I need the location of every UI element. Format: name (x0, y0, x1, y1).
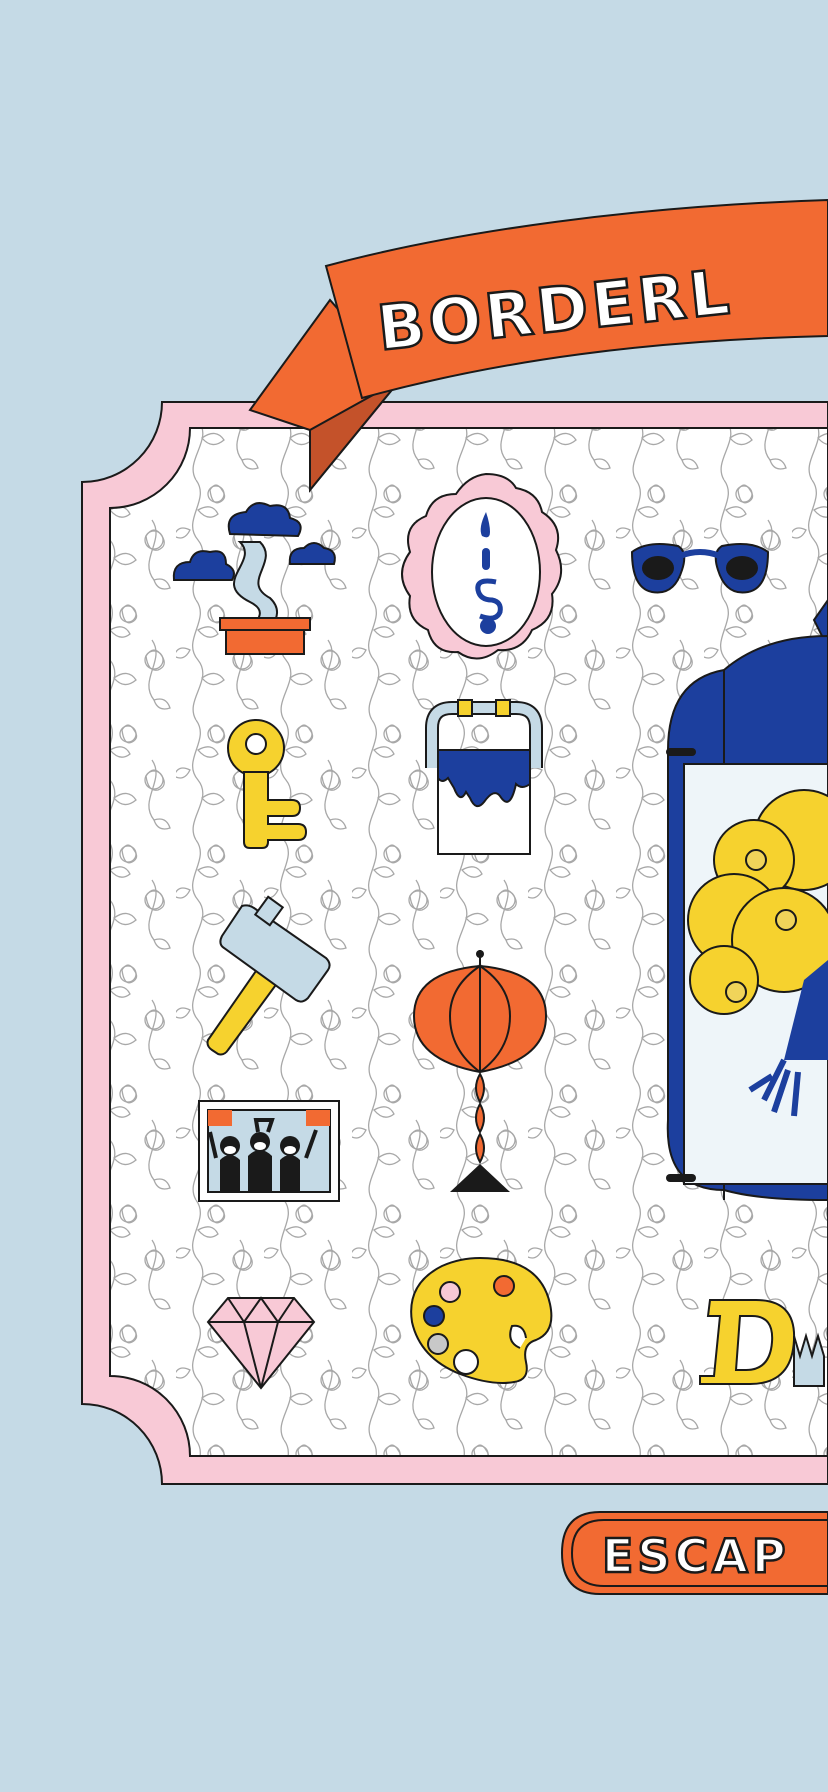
palette-icon[interactable] (410, 1256, 554, 1386)
mirror-icon[interactable] (401, 472, 568, 672)
key-icon[interactable] (226, 716, 310, 850)
escape-button-label: ESCAP (602, 1529, 790, 1583)
sunglasses-icon[interactable] (630, 540, 770, 600)
scroll-case-icon[interactable] (664, 598, 828, 1240)
bonsai-icon[interactable] (170, 502, 350, 662)
escape-button[interactable]: ESCAP (560, 1510, 828, 1596)
letter-d-icon[interactable] (696, 1296, 828, 1392)
photo-icon[interactable] (198, 1100, 340, 1202)
diamond-icon[interactable] (206, 1296, 316, 1390)
hammer-icon[interactable] (200, 895, 340, 1056)
paint-bucket-icon[interactable] (420, 692, 548, 858)
lantern-icon[interactable] (410, 950, 550, 1196)
title-text-layer: BORDERL (373, 254, 738, 366)
title-text: BORDERL (374, 255, 736, 365)
